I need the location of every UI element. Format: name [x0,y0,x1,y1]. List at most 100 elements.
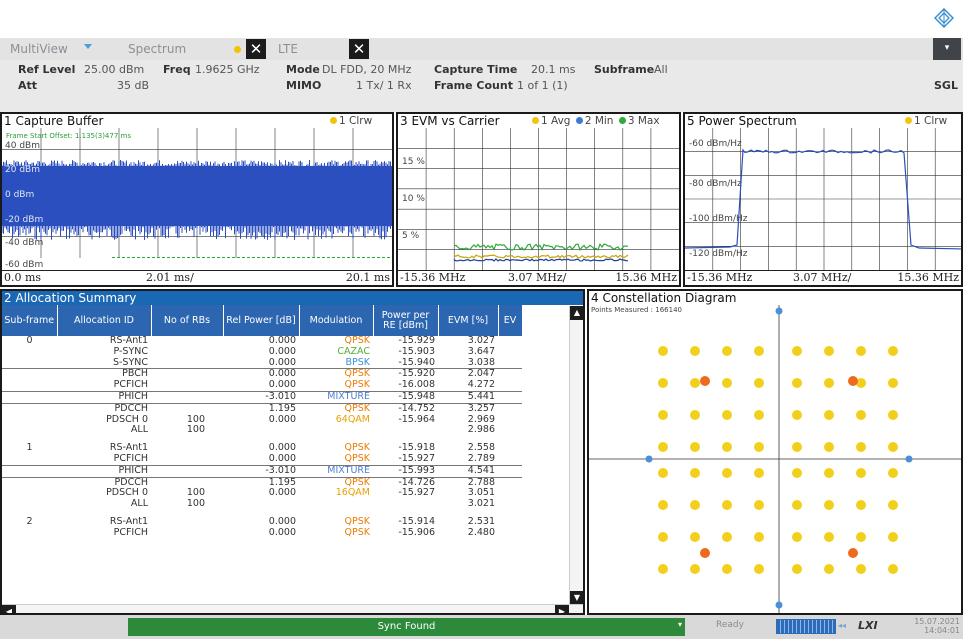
table-cell-ev [498,402,522,415]
constellation-point [690,564,700,574]
menu-button[interactable]: ▾ [933,38,961,60]
constellation-point [792,500,802,510]
table-cell-id: P-SYNC [113,346,148,357]
table-row[interactable]: 0 RS-Ant1 0.000 QPSK -15.929 3.027 [2,336,522,347]
constellation-point [754,500,764,510]
tab-lte[interactable]: LTE [268,38,348,60]
constellation-point [888,442,898,452]
evm-avg-trace [453,254,629,259]
allocation-header-cell[interactable]: EVM [%] [438,305,499,336]
table-cell-mod [299,425,373,436]
table-cell-rbs [151,390,223,404]
ps-legend: 1 Clrw [905,114,947,128]
allocation-header-cell[interactable]: Sub-frame [2,305,58,336]
table-row[interactable]: S-SYNC 0.000 BPSK -15.940 3.038 [2,358,522,369]
ps-x-start: -15.36 MHz [687,271,753,284]
mimo-label: MIMO [286,79,322,92]
table-cell-sf [2,454,57,465]
constellation-point [792,346,802,356]
evm-legend-min: 2 Min [584,115,614,127]
constellation-panel[interactable]: 4 Constellation Diagram Points Measured … [587,289,963,615]
allocation-header-cell[interactable]: Rel Power [dB] [223,305,300,336]
constellation-point [690,346,700,356]
constellation-point [722,564,732,574]
vertical-scrollbar[interactable]: ▲ ▼ [569,306,583,605]
table-row[interactable]: PDSCH 0 100 0.000 16QAM -15.927 3.051 [2,488,522,499]
active-indicator-icon [234,46,241,53]
table-row[interactable]: PCFICH 0.000 QPSK -15.927 2.789 [2,454,522,465]
table-row[interactable]: PCFICH 0.000 QPSK -16.008 4.272 [2,380,522,391]
table-row[interactable]: P-SYNC 0.000 CAZAC -15.903 3.647 [2,347,522,358]
allocation-header-cell[interactable]: No of RBs [151,305,224,336]
constellation-point [824,564,834,574]
table-cell-ev [498,415,522,426]
constellation-point [856,468,866,478]
tab-dropdown-icon[interactable] [84,44,92,49]
table-cell-rel: 1.195 [223,476,299,489]
table-row[interactable]: ALL 100 3.021 [2,499,522,510]
table-row[interactable]: ALL 100 2.986 [2,425,522,436]
table-cell-rel: 0.000 [268,443,296,454]
horizontal-scrollbar[interactable]: ◀ ▶ [2,604,583,613]
allocation-header-cell[interactable]: Allocation ID [57,305,152,336]
table-row[interactable]: PCFICH 0.000 QPSK -15.906 2.480 [2,528,522,539]
close-spectrum-tab-button[interactable]: ✕ [246,39,266,59]
table-row[interactable]: 2 RS-Ant1 0.000 QPSK -15.914 2.531 [2,517,522,528]
table-cell-evm: 2.789 [467,453,495,464]
table-cell-ev [498,336,522,347]
table-cell-rel [223,499,299,510]
table-row[interactable]: PDSCH 0 100 0.000 64QAM -15.964 2.969 [2,415,522,426]
evm-legend-max: 3 Max [627,115,660,127]
cb-x-axis: 0.0 ms 2.01 ms/ 20.1 ms [2,270,392,285]
min-dot-icon [575,117,583,124]
table-cell-pwr: -15.940 [398,357,435,368]
cb-x-step: 2.01 ms/ [146,271,194,284]
allocation-header-cell[interactable]: EV [498,305,523,336]
evm-x-start: -15.36 MHz [400,271,466,284]
table-cell-rbs [151,528,223,539]
table-row[interactable]: PHICH -3.010 MIXTURE -15.993 4.541 [2,464,522,478]
mode-value: DL FDD, 20 MHz [322,63,412,76]
table-row[interactable]: 1 RS-Ant1 0.000 QPSK -15.918 2.558 [2,443,522,454]
constellation-point [722,410,732,420]
ps-y-label-1: -80 dBm/Hz [689,179,742,189]
ref-level-value: 25.00 dBm [84,63,145,76]
sync-status[interactable]: Sync Found [128,618,685,636]
max-dot-icon [618,117,626,124]
scroll-up-icon[interactable]: ▲ [570,306,583,320]
scroll-left-icon[interactable]: ◀ [2,605,16,613]
table-cell-evm: 3.647 [467,346,495,357]
constellation-point [792,378,802,388]
table-row[interactable]: PHICH -3.010 MIXTURE -15.948 5.441 [2,390,522,404]
table-cell-id: PHICH [57,464,151,478]
tab-multiview[interactable]: MultiView [0,38,68,60]
table-cell-evm: 2.480 [467,527,495,538]
constellation-point [690,500,700,510]
table-cell-sf [2,425,57,436]
table-cell-pwr: -15.993 [373,464,438,478]
att-label: Att [18,79,38,92]
table-cell-evm: 4.541 [438,464,498,478]
scroll-right-icon[interactable]: ▶ [555,605,569,613]
allocation-summary-panel[interactable]: 2 Allocation Summary Sub-frame Allocation… [0,289,585,615]
constellation-point-outlier [700,548,710,558]
sync-dropdown-icon[interactable]: ▾ [678,620,682,629]
table-cell-ev [498,454,522,465]
allocation-header-cell[interactable]: Power per RE [dBm] [373,305,439,336]
ps-y-label-2: -100 dBm/Hz [689,214,748,224]
close-lte-tab-button[interactable]: ✕ [349,39,369,59]
scroll-down-icon[interactable]: ▼ [570,591,583,605]
allocation-header-cell[interactable]: Modulation [299,305,374,336]
table-cell-evm: 2.969 [467,414,495,425]
capture-buffer-panel[interactable]: 1 Capture Buffer 1 Clrw Frame Start Offs… [0,112,394,287]
power-spectrum-panel[interactable]: 5 Power Spectrum 1 Clrw -60 dBm/Hz -80 d… [683,112,963,287]
constellation-point [722,532,732,542]
constellation-point [888,532,898,542]
constellation-plot [589,305,961,613]
table-row[interactable]: PBCH 0.000 QPSK -15.920 2.047 [2,368,522,381]
table-row[interactable]: PDCCH 1.195 QPSK -14.726 2.788 [2,476,522,489]
table-row[interactable]: PDCCH 1.195 QPSK -14.752 3.257 [2,402,522,415]
table-cell-sf [2,368,57,381]
cb-y-label-3: -20 dBm [5,215,44,225]
evm-vs-carrier-panel[interactable]: 3 EVM vs Carrier 1 Avg 2 Min 3 Max 15 % … [396,112,681,287]
